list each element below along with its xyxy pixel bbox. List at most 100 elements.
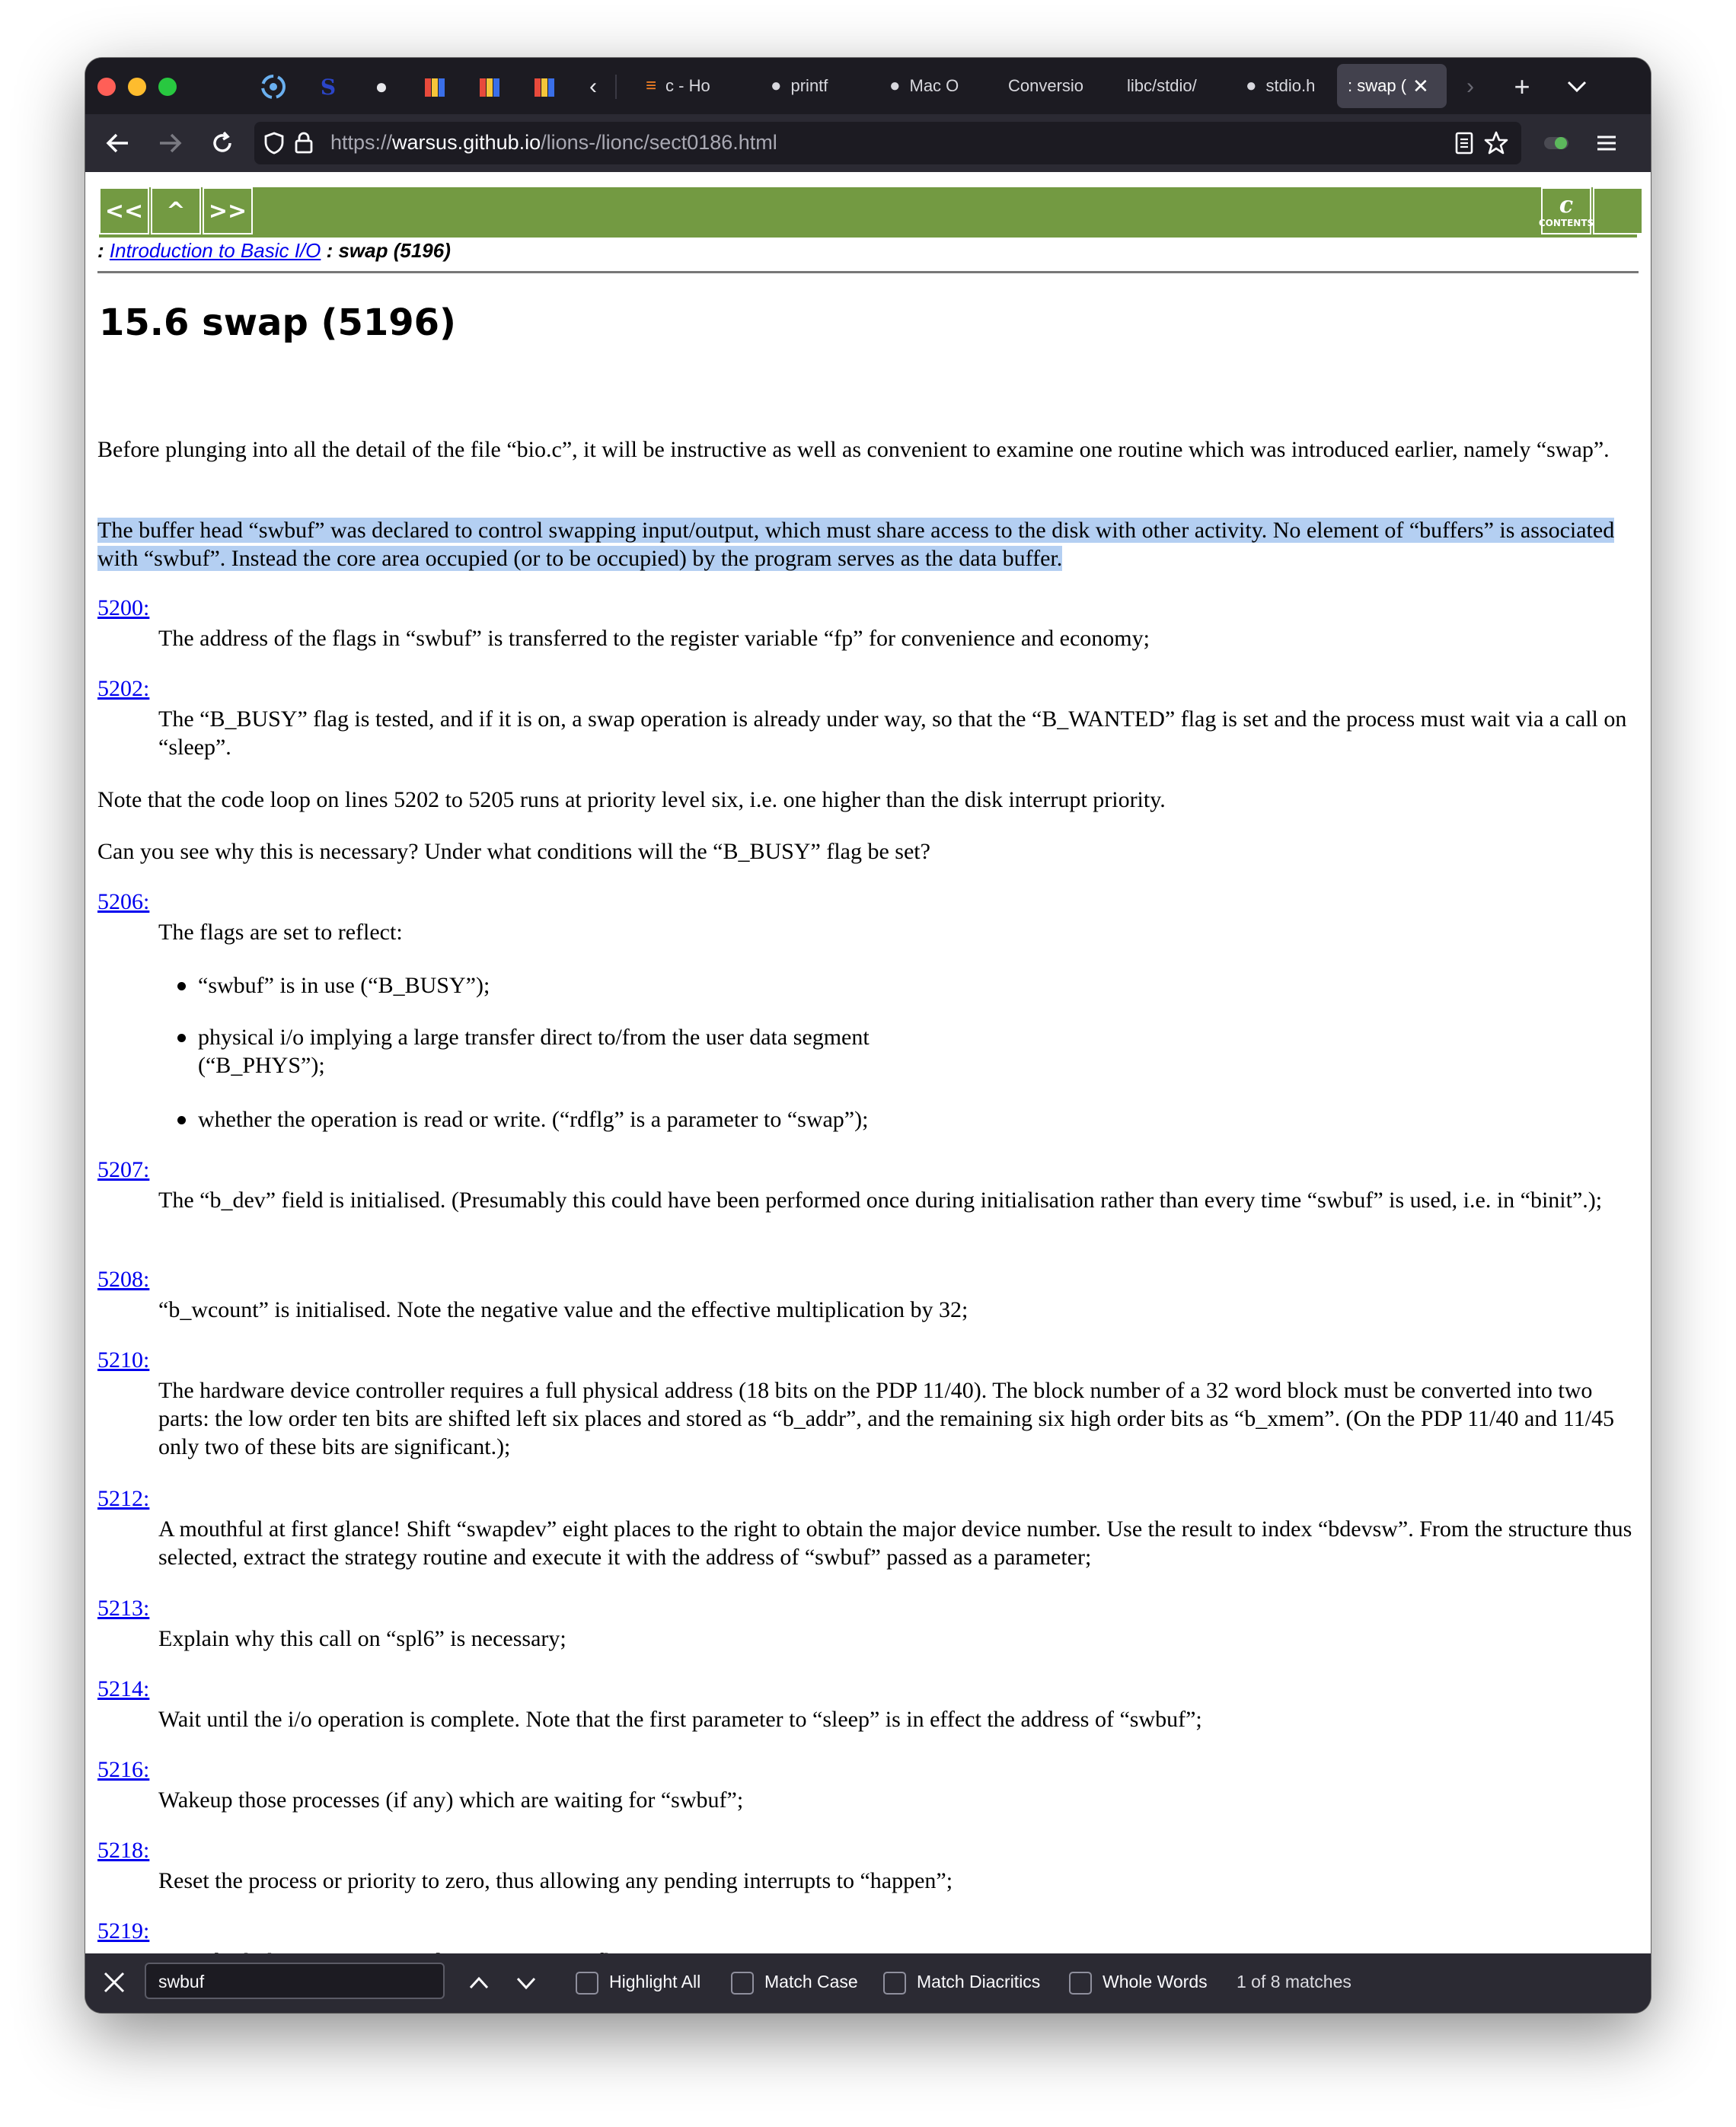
- line-link-5206[interactable]: 5206:: [97, 889, 149, 915]
- up-page-button[interactable]: ^: [151, 187, 201, 234]
- pinned-tab-swirl[interactable]: [256, 70, 291, 104]
- extension-button[interactable]: [1538, 125, 1575, 161]
- scroll-tabs-left-button[interactable]: ‹: [576, 70, 611, 104]
- apple-icon: ●: [1246, 75, 1257, 96]
- chevron-up-icon: [469, 1976, 489, 1989]
- close-find-bar-button[interactable]: [102, 1970, 126, 1998]
- books-icon: [480, 78, 499, 97]
- chevron-down-icon: [1567, 81, 1587, 93]
- app-menu-button[interactable]: [1588, 125, 1625, 161]
- bookmark-star-icon[interactable]: [1483, 130, 1509, 156]
- breadcrumb-prefix: :: [97, 239, 110, 262]
- line-link-5213[interactable]: 5213:: [97, 1596, 149, 1622]
- url-path: /lions-/lionc/sect0186.html: [541, 131, 777, 154]
- find-bar: swbuf Highlight All Match Case Match Dia…: [85, 1953, 1651, 2013]
- zoom-window-button[interactable]: [158, 78, 177, 96]
- tab-libc-stdio[interactable]: libc/stdio/: [1113, 64, 1227, 108]
- contents-button[interactable]: c CONTENTS: [1538, 187, 1594, 234]
- chevron-down-icon: [516, 1977, 536, 1990]
- breadcrumb-parent-link[interactable]: Introduction to Basic I/O: [110, 239, 321, 262]
- match-diacritics-checkbox[interactable]: [883, 1972, 906, 1995]
- back-button[interactable]: [99, 125, 136, 161]
- reader-view-icon[interactable]: [1454, 132, 1474, 155]
- line-link-5200[interactable]: 5200:: [97, 595, 149, 621]
- tab-printf[interactable]: ● printf: [757, 64, 871, 108]
- tab-conversion[interactable]: Conversio: [994, 64, 1109, 108]
- reload-button[interactable]: [204, 125, 241, 161]
- line-link-5219[interactable]: 5219:: [97, 1918, 149, 1944]
- list-all-tabs-button[interactable]: [1559, 70, 1594, 104]
- pinned-tab-books-2[interactable]: [472, 70, 507, 104]
- list-item: whether the operation is read or write. …: [177, 1105, 1112, 1134]
- close-tab-icon[interactable]: ✕: [1412, 75, 1429, 98]
- lock-icon: [295, 132, 313, 154]
- forward-button[interactable]: [152, 125, 189, 161]
- browser-window: S ● ‹ ≡ c - Ho ● printf ● Mac O Conversio l…: [85, 58, 1651, 2013]
- tab-label: libc/stdio/: [1127, 76, 1197, 95]
- whole-words-checkbox[interactable]: [1069, 1972, 1092, 1995]
- tab-separator: [615, 75, 617, 99]
- tab-label: stdio.h: [1265, 76, 1316, 95]
- arrow-left-icon: [106, 133, 128, 153]
- find-next-button[interactable]: [515, 1972, 538, 1998]
- tab-label: Mac O: [909, 76, 959, 95]
- find-input[interactable]: swbuf: [145, 1963, 445, 1999]
- tab-swap-active[interactable]: : swap (✕: [1337, 64, 1447, 108]
- tab-label: Conversio: [1008, 76, 1084, 95]
- line-link-5207[interactable]: 5207:: [97, 1157, 149, 1183]
- page-title: 15.6 swap (5196): [99, 301, 456, 344]
- swirl-icon: [261, 75, 286, 99]
- match-count-status: 1 of 8 matches: [1237, 1972, 1351, 1991]
- line-link-5214[interactable]: 5214:: [97, 1676, 149, 1702]
- highlight-all-label[interactable]: Highlight All: [609, 1972, 700, 1992]
- line-link-5212[interactable]: 5212:: [97, 1486, 149, 1512]
- chevron-right-icon: ›: [1466, 74, 1474, 99]
- prev-page-button[interactable]: <<: [99, 187, 149, 234]
- list-item-text: whether the operation is read or write. …: [198, 1107, 869, 1132]
- intro-paragraph: Before plunging into all the detail of t…: [97, 437, 1610, 462]
- line-link-5208[interactable]: 5208:: [97, 1267, 149, 1293]
- line-link-5210[interactable]: 5210:: [97, 1347, 149, 1373]
- tab-stdio-h[interactable]: ● stdio.h: [1232, 64, 1346, 108]
- entry-text-5208: “b_wcount” is initialised. Note the nega…: [158, 1297, 969, 1322]
- find-previous-button[interactable]: [468, 1972, 490, 1998]
- chevron-left-icon: ‹: [589, 74, 597, 99]
- line-link-5218[interactable]: 5218:: [97, 1838, 149, 1864]
- match-case-label[interactable]: Match Case: [764, 1972, 858, 1992]
- match-diacritics-label[interactable]: Match Diacritics: [917, 1972, 1040, 1992]
- close-window-button[interactable]: [97, 78, 116, 96]
- list-item-text: “swbuf” is in use (“B_BUSY”);: [198, 973, 490, 998]
- highlight-all-checkbox[interactable]: [576, 1972, 598, 1995]
- close-icon: [104, 1972, 125, 1993]
- entry-text-5214: Wait until the i/o operation is complete…: [158, 1707, 1202, 1732]
- pinned-tab-books-1[interactable]: [417, 70, 452, 104]
- url-text[interactable]: https://warsus.github.io/lions-/lionc/se…: [330, 131, 777, 155]
- header-divider: [97, 271, 1639, 273]
- contents-label: CONTENTS: [1538, 218, 1594, 228]
- pinned-tab-s[interactable]: S: [311, 70, 346, 104]
- arrow-right-icon: [160, 133, 182, 153]
- new-tab-button[interactable]: +: [1505, 70, 1540, 104]
- reload-icon: [213, 131, 231, 152]
- tab-mac-os[interactable]: ● Mac O: [876, 64, 990, 108]
- tab-stackoverflow[interactable]: ≡ c - Ho: [632, 64, 746, 108]
- pinned-tab-apple[interactable]: ●: [364, 70, 399, 104]
- next-page-button[interactable]: >>: [203, 187, 253, 234]
- stackoverflow-icon: ≡: [646, 75, 657, 96]
- scroll-tabs-right-button[interactable]: ›: [1453, 70, 1488, 104]
- page-content: << ^ >> c CONTENTS : Introduction to Bas…: [85, 172, 1651, 1953]
- section-nav-bar: << ^ >> c CONTENTS: [99, 187, 1646, 238]
- whole-words-label[interactable]: Whole Words: [1103, 1972, 1208, 1992]
- books-icon: [535, 78, 554, 97]
- match-case-checkbox[interactable]: [731, 1972, 754, 1995]
- next-arrows-icon: >>: [208, 197, 247, 225]
- hamburger-menu-icon: [1597, 136, 1616, 151]
- url-host: warsus.github.io: [392, 131, 541, 154]
- pinned-tab-books-3[interactable]: [527, 70, 562, 104]
- line-link-5202[interactable]: 5202:: [97, 676, 149, 702]
- minimize-window-button[interactable]: [128, 78, 146, 96]
- line-link-5216[interactable]: 5216:: [97, 1757, 149, 1783]
- entry-text-5206: The flags are set to reflect:: [158, 920, 403, 945]
- url-bar[interactable]: https://warsus.github.io/lions-/lionc/se…: [254, 122, 1521, 164]
- url-scheme: https://: [330, 131, 393, 154]
